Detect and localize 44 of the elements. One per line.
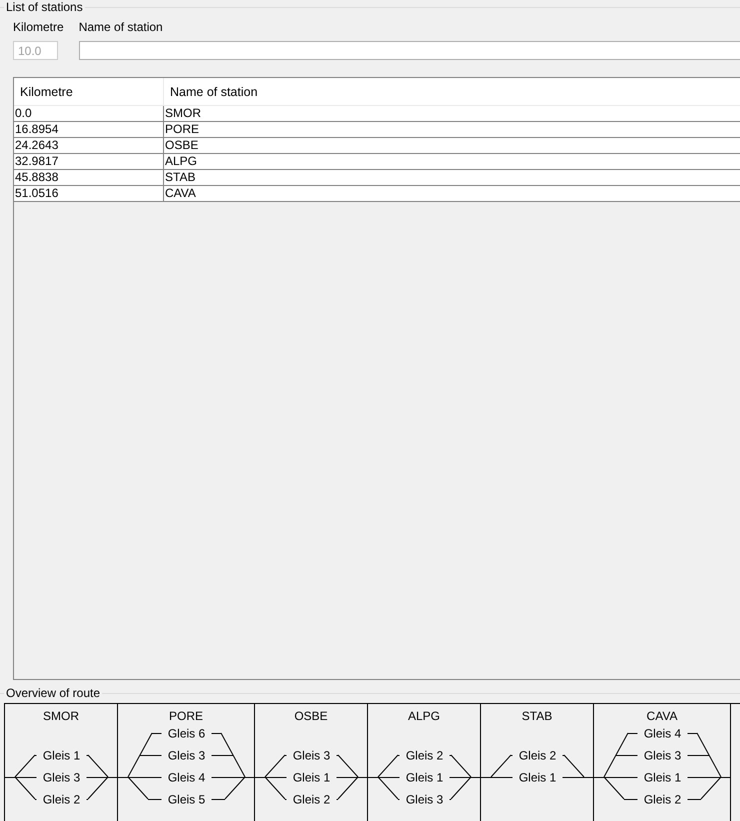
group-title: List of stations xyxy=(4,0,85,14)
table-cell-text: PORE xyxy=(164,122,200,137)
station-name: OSBE xyxy=(294,709,328,723)
track-label: Gleis 2 xyxy=(42,792,80,806)
table-cell: 24.2643 xyxy=(14,138,164,153)
table-cell-text: ALPG xyxy=(164,154,198,169)
track-label: Gleis 4 xyxy=(643,726,681,740)
station-name: PORE xyxy=(168,709,203,723)
field-label: Name of station xyxy=(78,19,164,36)
table-cell: 32.9817 xyxy=(14,154,164,169)
track-label: Gleis 2 xyxy=(405,748,443,762)
table-cell: 45.8838 xyxy=(14,170,164,185)
track-label: Gleis 4 xyxy=(167,770,205,784)
station-name: CAVA xyxy=(646,709,678,723)
station-name: SMOR xyxy=(43,709,79,723)
track-label: Gleis 3 xyxy=(167,748,205,762)
track-label: Gleis 2 xyxy=(643,792,681,806)
track-label: Gleis 3 xyxy=(292,748,330,762)
track-label: Gleis 1 xyxy=(292,770,330,784)
track-label: Gleis 1 xyxy=(518,770,556,784)
group-title: Overview of route xyxy=(4,686,102,700)
table-cell: 16.8954 xyxy=(14,122,164,137)
table-cell-text: CAVA xyxy=(164,186,197,201)
table-cell-text: SMOR xyxy=(164,106,202,121)
track-label: Gleis 1 xyxy=(405,770,443,784)
track-label: Gleis 3 xyxy=(405,792,443,806)
track-label: Gleis 3 xyxy=(42,770,80,784)
table-cell: 51.0516 xyxy=(14,186,164,201)
table-cell-text: OSBE xyxy=(164,138,200,153)
track-label: Gleis 1 xyxy=(42,748,80,762)
track-label: Gleis 3 xyxy=(643,748,681,762)
column-header[interactable]: Name of station xyxy=(164,78,740,105)
field-label: Kilometre xyxy=(13,19,64,36)
table-cell: 0.0 xyxy=(14,106,164,121)
station-name: ALPG xyxy=(408,709,440,723)
track-label: Gleis 1 xyxy=(643,770,681,784)
column-header[interactable]: Kilometre xyxy=(14,78,164,105)
track-label: Gleis 5 xyxy=(167,792,205,806)
station-name: STAB xyxy=(522,709,552,723)
track-label: Gleis 2 xyxy=(518,748,556,762)
station-name-field[interactable] xyxy=(78,41,740,60)
table-cell-text: STAB xyxy=(164,170,196,185)
track-label: Gleis 6 xyxy=(167,726,205,740)
track-label: Gleis 2 xyxy=(292,792,330,806)
